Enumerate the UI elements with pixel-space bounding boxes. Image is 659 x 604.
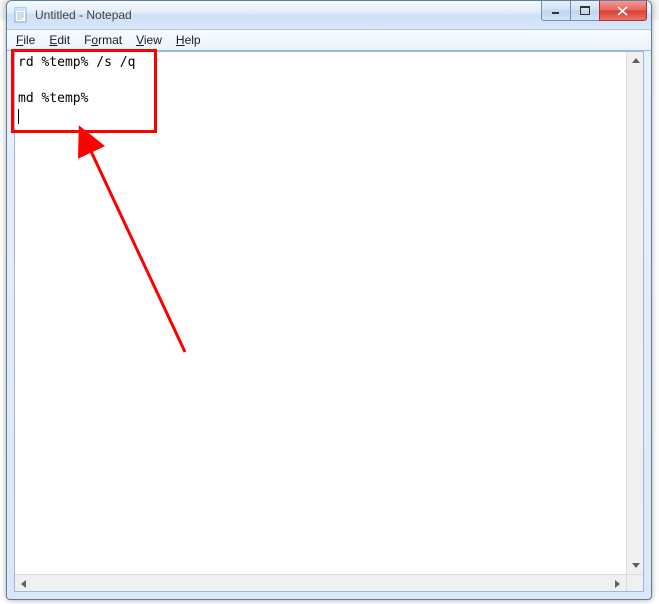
menu-edit[interactable]: Edit [42,31,77,49]
menu-help[interactable]: Help [169,31,208,49]
horizontal-scrollbar[interactable] [15,574,626,591]
maximize-button[interactable] [570,1,600,21]
window-controls [541,1,647,29]
scrollbar-corner [626,574,643,591]
menu-view[interactable]: View [129,31,169,49]
text-caret [18,109,19,124]
titlebar[interactable]: Untitled - Notepad [7,1,651,30]
notepad-window: Untitled - Notepad File Edit Format View… [6,0,652,600]
notepad-icon [13,7,29,23]
menu-format[interactable]: Format [77,31,129,49]
editor-content: rd %temp% /s /q md %temp% [18,55,135,106]
scroll-down-button[interactable] [627,557,644,574]
client-area: rd %temp% /s /q md %temp% [14,51,644,592]
menubar: File Edit Format View Help [7,30,651,51]
minimize-button[interactable] [541,1,571,21]
scroll-left-button[interactable] [15,575,32,592]
scroll-up-button[interactable] [627,52,644,69]
close-button[interactable] [599,1,647,21]
menu-file[interactable]: File [9,31,42,49]
window-title: Untitled - Notepad [35,8,132,22]
vertical-scrollbar[interactable] [626,52,643,574]
scroll-right-button[interactable] [609,575,626,592]
text-editor[interactable]: rd %temp% /s /q md %temp% [15,52,626,574]
